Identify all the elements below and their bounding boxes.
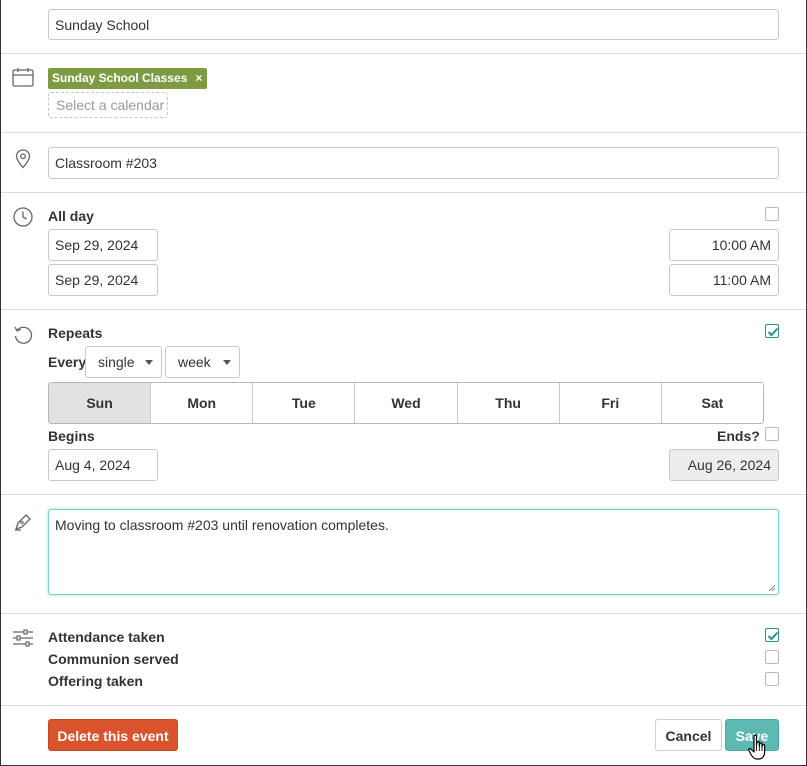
- offering-checkbox[interactable]: [765, 672, 779, 686]
- calendar-icon: [12, 68, 34, 87]
- calendar-tag-label: Sunday School Classes: [52, 71, 188, 85]
- all-day-checkbox[interactable]: [765, 207, 779, 221]
- day-fri[interactable]: Fri: [558, 383, 661, 423]
- frequency-select[interactable]: single: [85, 346, 162, 378]
- location-input[interactable]: Classroom #203: [48, 147, 779, 179]
- unit-select-value: week: [178, 354, 211, 370]
- notes-textarea[interactable]: Moving to classroom #203 until renovatio…: [48, 509, 779, 595]
- delete-event-button[interactable]: Delete this event: [48, 719, 178, 751]
- day-wed[interactable]: Wed: [354, 383, 457, 423]
- ends-date-input: Aug 26, 2024: [669, 449, 779, 481]
- frequency-select-value: single: [98, 354, 135, 370]
- unit-select[interactable]: week: [165, 346, 240, 378]
- repeat-icon: [14, 326, 33, 344]
- divider: [1, 494, 806, 495]
- end-time-input[interactable]: 11:00 AM: [669, 264, 779, 296]
- pen-icon: [14, 514, 31, 531]
- divider: [1, 309, 806, 310]
- sliders-icon: [13, 629, 33, 647]
- divider: [1, 132, 806, 133]
- day-sun[interactable]: Sun: [49, 383, 151, 423]
- offering-label: Offering taken: [48, 673, 143, 689]
- repeats-label: Repeats: [48, 325, 103, 341]
- remove-tag-icon[interactable]: ×: [195, 68, 202, 89]
- day-tue[interactable]: Tue: [252, 383, 355, 423]
- notes-text: Moving to classroom #203 until renovatio…: [55, 517, 389, 533]
- start-date-input[interactable]: Sep 29, 2024: [48, 229, 158, 261]
- chevron-down-icon: [145, 360, 153, 365]
- attendance-label: Attendance taken: [48, 629, 165, 645]
- divider: [1, 613, 806, 614]
- start-time-input[interactable]: 10:00 AM: [669, 229, 779, 261]
- all-day-label: All day: [48, 208, 94, 224]
- cancel-button[interactable]: Cancel: [655, 719, 722, 751]
- day-sat[interactable]: Sat: [660, 383, 763, 423]
- checkmark-icon: [767, 327, 779, 337]
- begins-date-input[interactable]: Aug 4, 2024: [48, 449, 158, 481]
- end-date-input[interactable]: Sep 29, 2024: [48, 264, 158, 296]
- repeats-checkbox[interactable]: [765, 324, 779, 338]
- hand-cursor-icon: [748, 734, 766, 760]
- resize-handle-icon[interactable]: [768, 584, 776, 592]
- chevron-down-icon: [223, 360, 231, 365]
- divider: [1, 705, 806, 706]
- divider: [1, 192, 806, 193]
- day-mon[interactable]: Mon: [150, 383, 253, 423]
- clock-icon: [13, 207, 33, 227]
- checkmark-icon: [767, 631, 779, 641]
- attendance-checkbox[interactable]: [765, 628, 779, 642]
- select-calendar-dropdown[interactable]: Select a calendar: [48, 92, 168, 118]
- calendar-tag: Sunday School Classes ×: [48, 68, 208, 89]
- divider: [1, 53, 806, 54]
- event-title-input[interactable]: Sunday School: [48, 9, 779, 40]
- ends-checkbox[interactable]: [765, 427, 779, 441]
- location-pin-icon: [15, 149, 31, 169]
- begins-label: Begins: [48, 428, 95, 444]
- ends-label: Ends?: [717, 428, 760, 444]
- communion-label: Communion served: [48, 651, 179, 667]
- every-label: Every: [48, 354, 87, 370]
- communion-checkbox[interactable]: [765, 650, 779, 664]
- day-thu[interactable]: Thu: [456, 383, 559, 423]
- weekday-selector: Sun Mon Tue Wed Thu Fri Sat: [48, 382, 764, 424]
